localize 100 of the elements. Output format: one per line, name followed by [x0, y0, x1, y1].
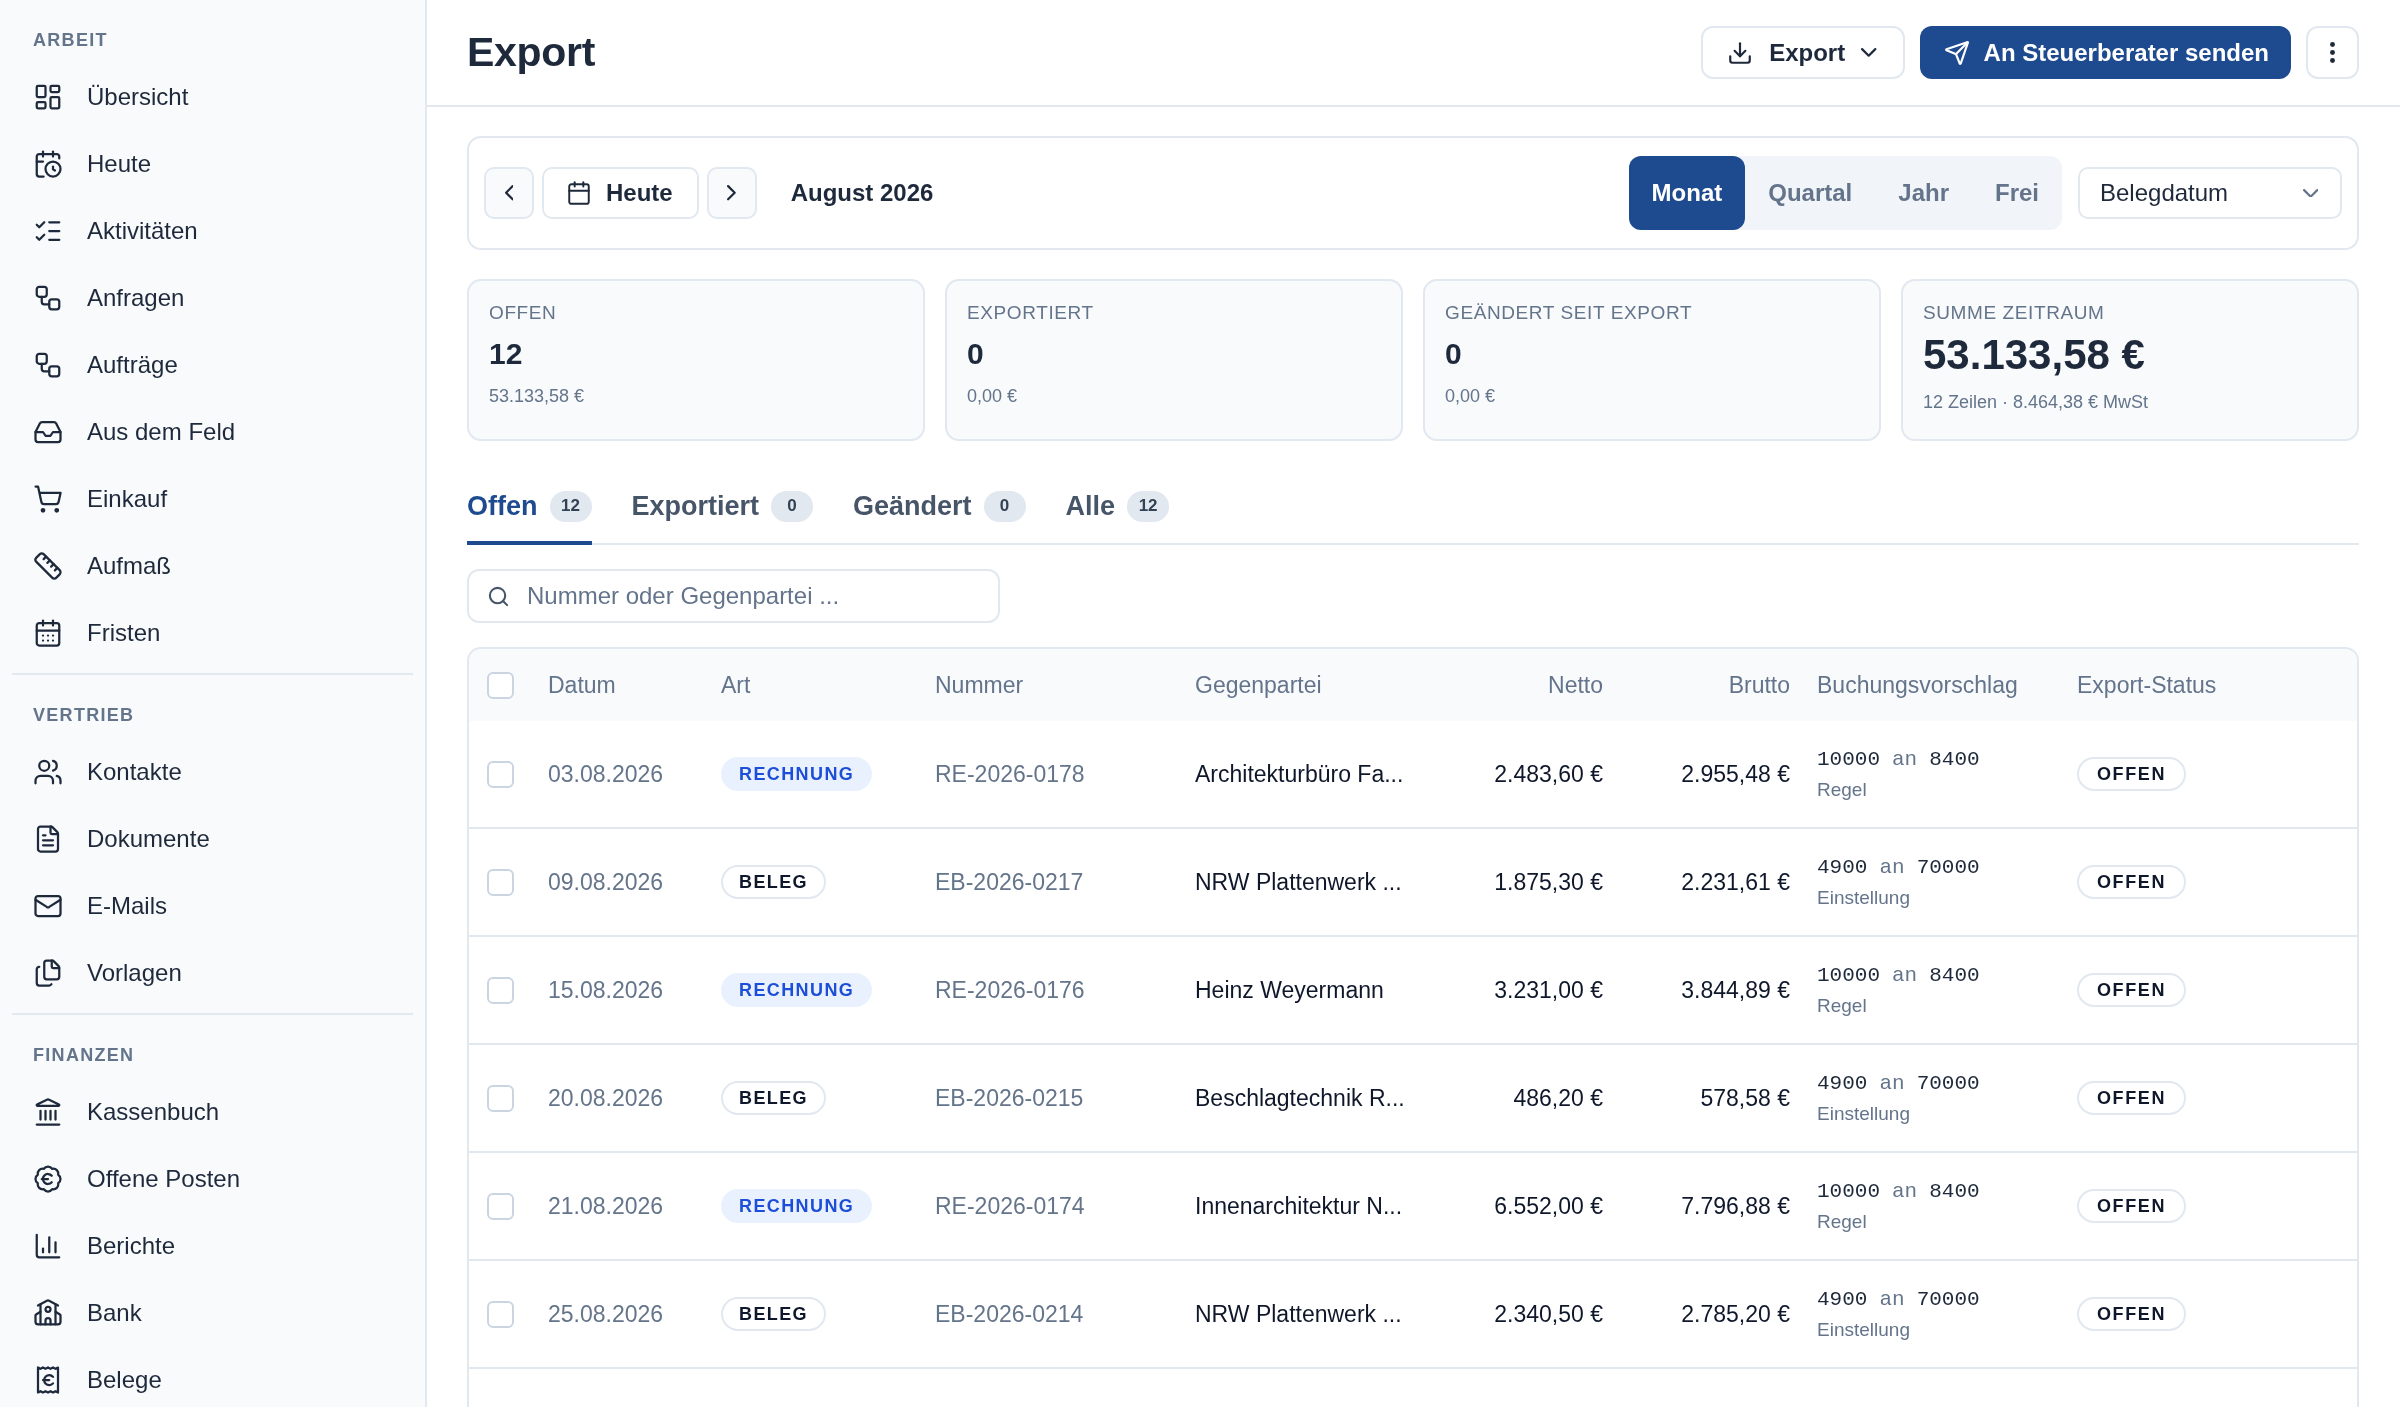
previous-period-button[interactable]: [484, 167, 534, 219]
range-option[interactable]: Jahr: [1875, 156, 1972, 230]
select-all-checkbox[interactable]: [487, 671, 514, 699]
page-title: Export: [467, 29, 596, 76]
stat-detail: 0,00 €: [1445, 385, 1496, 408]
search-field[interactable]: Nummer oder Gegenpartei ...: [467, 569, 1000, 623]
debit-account: 10000: [1817, 963, 1880, 987]
row-checkbox[interactable]: [487, 1192, 514, 1220]
tab[interactable]: Exportiert 0: [631, 471, 814, 545]
stat-value: 12: [489, 336, 523, 372]
nav-item[interactable]: Bank: [12, 1279, 413, 1346]
stat-value: 0: [1445, 336, 1462, 372]
type-badge: RECHNUNG: [721, 757, 873, 791]
booking-source: Regel: [1817, 1210, 1867, 1233]
column-header: Brutto: [1728, 671, 1790, 699]
status-badge: OFFEN: [2077, 973, 2186, 1007]
calendar-icon: [33, 617, 63, 648]
nav-item[interactable]: Einkauf: [12, 465, 413, 532]
column-header: Netto: [1548, 671, 1603, 699]
document-number: EB-2026-0217: [935, 868, 1084, 896]
nav-item[interactable]: Aufträge: [12, 331, 413, 398]
building-icon: [33, 1297, 63, 1328]
stat-label: OFFEN: [489, 301, 557, 325]
net-amount: 2.483,60 €: [1494, 760, 1603, 788]
gross-amount: 578,58 €: [1700, 1084, 1790, 1112]
counterparty-name: Innenarchitektur N...: [1195, 1192, 1403, 1220]
tab[interactable]: Alle 12: [1065, 471, 1170, 545]
column-header: Buchungsvorschlag: [1817, 671, 2018, 699]
nav-item[interactable]: Aus dem Feld: [12, 398, 413, 465]
date-type-select[interactable]: Belegdatum: [2078, 167, 2342, 219]
stat-label: GEÄNDERT SEIT EXPORT: [1445, 301, 1693, 325]
more-button[interactable]: [2306, 26, 2359, 79]
net-amount: 486,20 €: [1513, 1084, 1603, 1112]
counterparty-name: Heinz Weyermann: [1195, 976, 1384, 1004]
export-button[interactable]: Export: [1701, 26, 1905, 79]
tab[interactable]: Geändert 0: [853, 471, 1026, 545]
booking-connector: an: [1879, 1071, 1905, 1095]
counterparty-name: NRW Plattenwerk ...: [1195, 868, 1402, 896]
cart-icon: [33, 483, 63, 514]
credit-account: 70000: [1916, 1071, 1980, 1095]
debit-account: 4900: [1817, 1071, 1868, 1095]
nav-item[interactable]: Aktivitäten: [12, 197, 413, 264]
booking-source: Einstellung: [1817, 886, 1910, 909]
row-checkbox[interactable]: [487, 760, 514, 788]
section-heading: FINANZEN: [32, 1044, 136, 1067]
tab[interactable]: Offen 12: [467, 471, 592, 545]
gross-amount: 2.231,61 €: [1681, 868, 1790, 896]
debit-account: 4900: [1817, 855, 1868, 879]
row-checkbox[interactable]: [487, 976, 514, 1004]
nav-item[interactable]: Kontakte: [12, 738, 413, 805]
section-heading: ARBEIT: [32, 29, 109, 52]
status-badge: OFFEN: [2077, 1081, 2186, 1115]
chevron-left-icon: [504, 185, 514, 201]
type-badge: RECHNUNG: [721, 1189, 873, 1223]
booking-source: Einstellung: [1817, 1102, 1910, 1125]
range-option[interactable]: Frei: [1972, 156, 2062, 230]
nav-item[interactable]: Vorlagen: [12, 939, 413, 1006]
net-amount: 1.875,30 €: [1494, 868, 1603, 896]
row-checkbox[interactable]: [487, 868, 514, 896]
row-checkbox[interactable]: [487, 1084, 514, 1112]
gross-amount: 2.955,48 €: [1681, 760, 1790, 788]
row-checkbox[interactable]: [487, 1300, 514, 1328]
date-text: 20.08.2026: [548, 1084, 664, 1112]
column-header: Datum: [548, 671, 616, 699]
status-badge: OFFEN: [2077, 1297, 2186, 1331]
send-button[interactable]: An Steuerberater senden: [1919, 26, 2291, 79]
next-period-button[interactable]: [706, 167, 757, 219]
stat-value: 53.133,58 €: [1923, 330, 2145, 380]
nav-item[interactable]: Anfragen: [12, 264, 413, 331]
nav-item[interactable]: Kassenbuch: [12, 1078, 413, 1145]
nav-item[interactable]: Heute: [12, 130, 413, 197]
status-badge: OFFEN: [2077, 1189, 2186, 1223]
date-text: 21.08.2026: [548, 1192, 664, 1220]
range-option[interactable]: Quartal: [1745, 156, 1876, 230]
document-number: EB-2026-0214: [935, 1300, 1084, 1328]
ruler-icon: [33, 550, 63, 581]
nav-item[interactable]: Übersicht: [12, 63, 413, 130]
nav-item[interactable]: Dokumente: [12, 805, 413, 872]
debit-account: 4900: [1817, 1287, 1868, 1311]
nav-item[interactable]: Berichte: [12, 1212, 413, 1279]
nav-item[interactable]: Offene Posten: [12, 1145, 413, 1212]
document-number: EB-2026-0215: [935, 1084, 1084, 1112]
net-amount: 2.340,50 €: [1494, 1300, 1603, 1328]
calendar-clock-icon: [33, 148, 63, 179]
nav-item[interactable]: E-Mails: [12, 872, 413, 939]
stat-value: 0: [967, 336, 984, 372]
stat-detail: 53.133,58 €: [489, 385, 585, 408]
nav-item[interactable]: Fristen: [12, 599, 413, 666]
column-header: Gegenpartei: [1195, 671, 1322, 699]
nav-item[interactable]: Aufmaß: [12, 532, 413, 599]
nav-item[interactable]: Belege: [12, 1346, 413, 1407]
more-icon: [2330, 42, 2335, 63]
stat-label: EXPORTIERT: [967, 301, 1094, 325]
document-number: RE-2026-0174: [935, 1192, 1085, 1220]
date-text: 15.08.2026: [548, 976, 664, 1004]
stat-detail: 0,00 €: [967, 385, 1018, 408]
counterparty-name: Architekturbüro Fa...: [1195, 760, 1404, 788]
today-button[interactable]: Heute: [542, 167, 699, 219]
range-option[interactable]: Monat: [1628, 156, 1746, 230]
count-badge: 12: [1127, 490, 1170, 522]
